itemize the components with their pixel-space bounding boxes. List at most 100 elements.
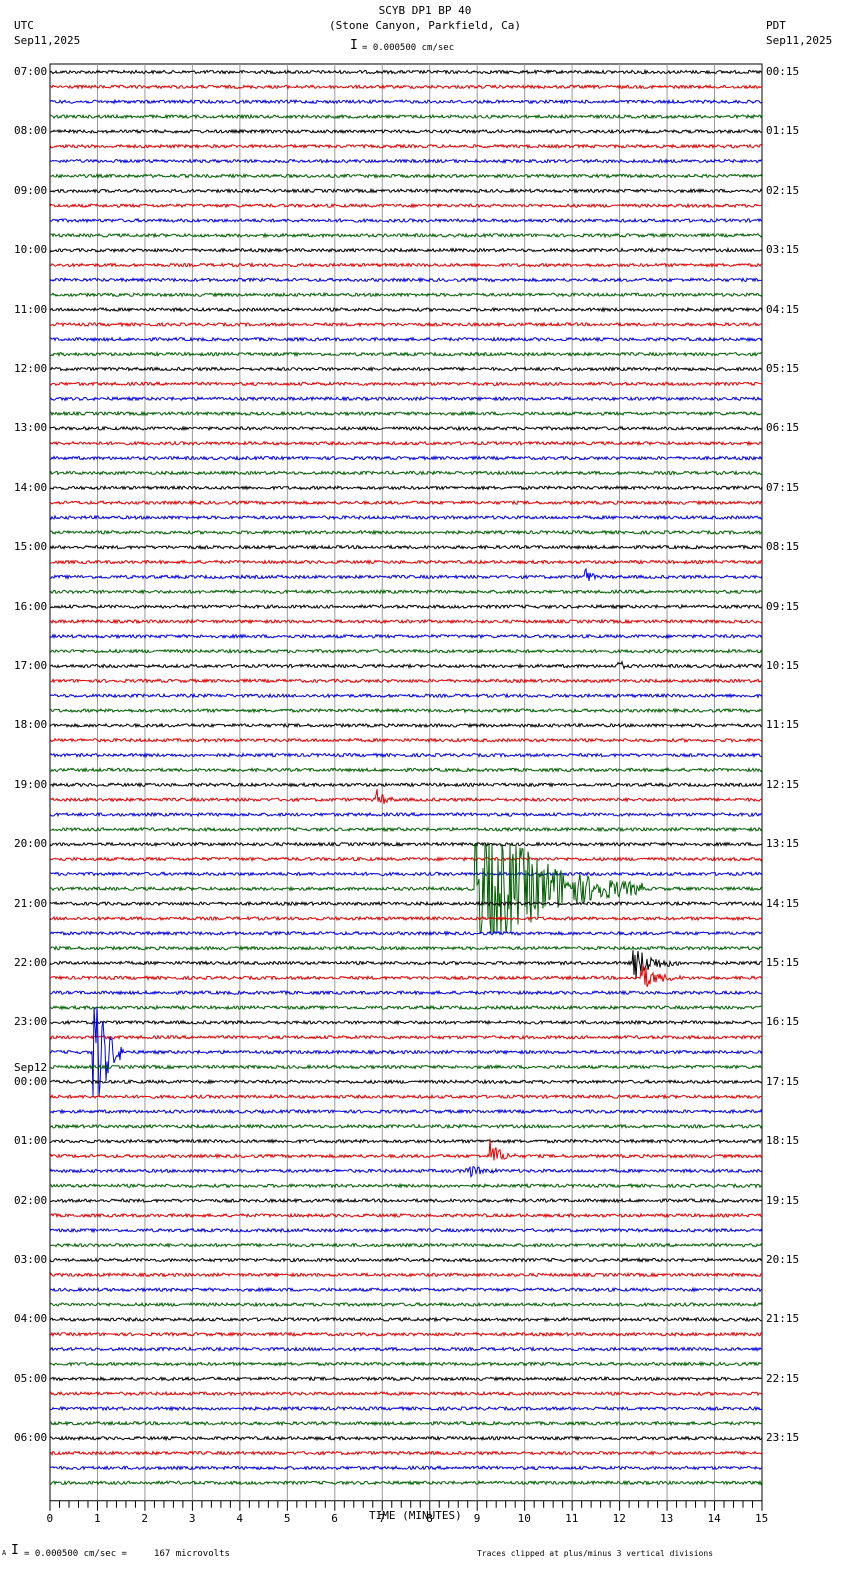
trace-line [49, 83, 763, 90]
right-hour-label: 01:15 [766, 124, 800, 138]
trace-line [49, 950, 763, 980]
trace-line [49, 945, 763, 952]
trace-line [49, 514, 763, 521]
trace-line [49, 247, 763, 254]
trace-line [49, 1420, 763, 1427]
trace-line [49, 900, 763, 907]
trace-line [49, 1465, 763, 1471]
seismogram-plot [49, 63, 763, 1511]
footer-scale: = 0.000500 cm/sec = 167 microvolts [24, 1549, 230, 1559]
trace-line [49, 722, 763, 729]
trace-line [49, 1271, 763, 1278]
x-tick-label: 13 [660, 1511, 674, 1525]
x-tick-label: 0 [46, 1511, 54, 1525]
right-hour-label: 05:15 [766, 362, 800, 375]
trace-line [49, 737, 763, 744]
left-hour-label: 02:00 [14, 1193, 48, 1207]
left-hour-label: 13:00 [14, 421, 48, 435]
trace-line [49, 187, 763, 194]
trace-line [49, 826, 763, 833]
trace-line [49, 692, 763, 699]
right-hour-label: 10:15 [766, 659, 800, 672]
trace-line [49, 1123, 763, 1130]
trace-line [49, 647, 763, 655]
right-hour-label: 22:15 [766, 1371, 800, 1385]
trace-line [49, 618, 763, 625]
left-hour-label: 21:00 [14, 896, 48, 910]
left-hour-label: 18:00 [14, 718, 48, 732]
x-tick-label: 12 [612, 1511, 626, 1525]
right-hour-label: 19:15 [766, 1193, 800, 1207]
trace-line [49, 544, 763, 551]
trace-line [49, 766, 763, 773]
trace-line [49, 603, 763, 610]
right-hour-label: 20:15 [766, 1253, 800, 1266]
date-change-label: Sep12 [14, 1060, 48, 1074]
trace-line [49, 1345, 763, 1353]
trace-line [49, 1227, 763, 1234]
trace-line [49, 529, 763, 536]
x-tick-label: 14 [707, 1511, 721, 1525]
left-hour-label: 10:00 [14, 243, 48, 257]
right-hour-label: 16:15 [766, 1015, 800, 1029]
helicorder-page: SCYB DP1 BP 40 (Stone Canyon, Parkfield,… [0, 0, 850, 1584]
trace-line [49, 202, 763, 209]
right-hour-label: 12:15 [766, 777, 800, 791]
trace-line [49, 306, 763, 313]
trace-line [49, 68, 763, 76]
right-hour-label: 15:15 [766, 956, 800, 969]
left-hour-label: 00:00 [14, 1074, 48, 1088]
right-hour-label: 23:15 [766, 1431, 800, 1445]
left-hour-label: 05:00 [14, 1371, 48, 1385]
trace-line [49, 1286, 763, 1293]
trace-line [49, 484, 763, 491]
trace-line [49, 1435, 763, 1442]
right-hour-label: 04:15 [766, 302, 800, 316]
right-hour-label: 07:15 [766, 480, 800, 494]
trace-line [49, 1019, 763, 1026]
trace-line [49, 113, 763, 120]
trace-line [49, 425, 763, 432]
trace-line [49, 1450, 763, 1457]
trace-line [49, 558, 763, 566]
trace-line [49, 499, 763, 506]
footer-scale-icon: I [11, 1543, 19, 1558]
trace-line [49, 261, 763, 269]
trace-line [49, 915, 763, 922]
trace-line [49, 1165, 763, 1179]
trace-line [49, 567, 763, 581]
left-hour-label: 03:00 [14, 1253, 48, 1266]
trace-line [49, 1331, 763, 1338]
left-hour-label: 23:00 [14, 1015, 48, 1029]
trace-line [49, 1093, 763, 1100]
trace-line [49, 789, 763, 805]
left-hour-label: 19:00 [14, 777, 48, 791]
right-hour-label: 17:15 [766, 1074, 800, 1088]
left-hour-label: 15:00 [14, 540, 48, 554]
left-hour-label: 12:00 [14, 362, 48, 375]
right-hour-label: 13:15 [766, 837, 800, 851]
trace-line [49, 1108, 763, 1115]
trace-line [50, 291, 763, 298]
trace-line [49, 172, 763, 180]
trace-line [49, 157, 763, 165]
left-hour-label: 20:00 [14, 837, 48, 851]
left-hour-label: 08:00 [14, 124, 48, 138]
left-hour-label: 16:00 [14, 599, 48, 613]
trace-line [49, 366, 763, 373]
trace-line [49, 811, 763, 818]
footer-mark: A [2, 1549, 7, 1557]
trace-line [49, 781, 763, 789]
x-tick-label: 11 [565, 1511, 579, 1525]
left-hour-label: 06:00 [14, 1431, 48, 1445]
trace-line [50, 989, 763, 996]
x-tick-label: 3 [188, 1511, 196, 1525]
x-tick-label: 10 [517, 1511, 531, 1525]
trace-line [49, 395, 763, 402]
x-tick-label: 4 [236, 1511, 243, 1525]
trace-line [49, 128, 763, 135]
trace-line [49, 143, 763, 150]
trace-line [49, 1078, 763, 1085]
trace-line [49, 660, 763, 670]
trace-line [49, 1390, 763, 1397]
